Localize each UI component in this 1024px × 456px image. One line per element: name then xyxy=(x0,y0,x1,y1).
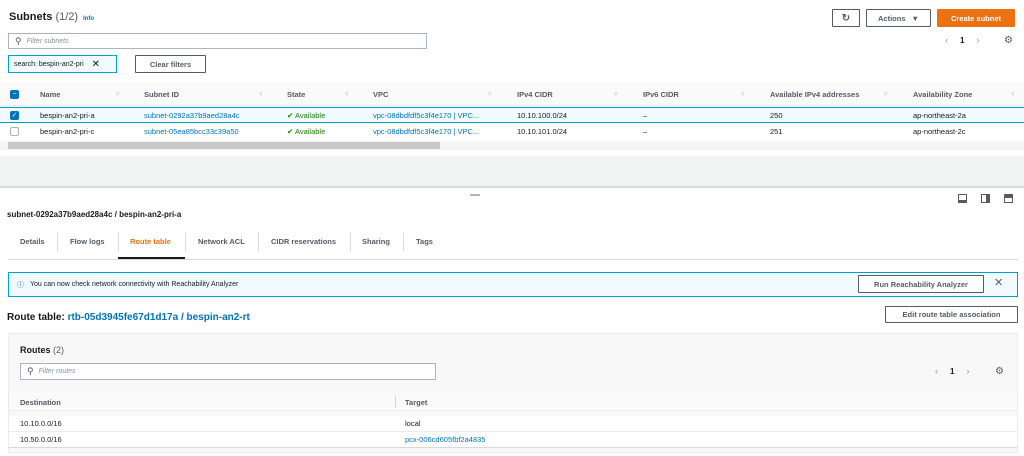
col-vpc[interactable]: VPC xyxy=(373,90,388,99)
next-page-icon[interactable]: › xyxy=(966,366,969,376)
run-reachability-analyzer-button[interactable]: Run Reachability Analyzer xyxy=(858,275,984,293)
col-destination[interactable]: Destination xyxy=(20,398,61,407)
tab-cidr-reservations[interactable]: CIDR reservations xyxy=(271,237,336,246)
next-page-icon[interactable]: › xyxy=(976,35,979,45)
prev-page-icon[interactable]: ‹ xyxy=(935,366,938,376)
sort-icon[interactable]: ▿ xyxy=(1011,90,1015,98)
settings-gear-icon[interactable]: ⚙ xyxy=(995,366,1004,377)
remove-token-icon[interactable]: ✕ xyxy=(92,59,100,70)
col-state[interactable]: State xyxy=(287,90,305,99)
cell-destination: 10.50.0.0/16 xyxy=(20,435,62,444)
col-az[interactable]: Availability Zone xyxy=(913,90,972,99)
col-available-ips[interactable]: Available IPv4 addresses xyxy=(770,90,859,99)
cell-ipv4: 10.10.100.0/24 xyxy=(517,111,568,120)
actions-button[interactable]: Actions ▼ xyxy=(866,9,931,27)
prev-page-icon[interactable]: ‹ xyxy=(945,35,948,45)
sort-icon[interactable]: ▿ xyxy=(116,90,120,98)
clear-filters-button[interactable]: Clear filters xyxy=(135,55,206,73)
filter-token: search: bespin-an2-pri ✕ xyxy=(8,55,117,73)
cell-subnet-id[interactable]: subnet-0292a37b9aed28a4c xyxy=(144,111,240,120)
cell-available-ips: 251 xyxy=(770,127,783,136)
create-subnet-button[interactable]: Create subnet xyxy=(937,9,1015,27)
routes-title: Routes (2) xyxy=(20,345,65,355)
scrollbar-thumb[interactable] xyxy=(8,142,440,149)
sort-icon[interactable]: ▿ xyxy=(345,90,349,98)
col-target[interactable]: Target xyxy=(405,398,427,407)
sort-icon[interactable]: ▿ xyxy=(259,90,263,98)
page-number[interactable]: 1 xyxy=(960,36,964,45)
cell-vpc[interactable]: vpc-08dbdfdf5c3f4e170 | VPC... xyxy=(373,127,479,136)
sort-icon[interactable]: ▿ xyxy=(741,90,745,98)
refresh-button[interactable]: ↻ xyxy=(832,9,860,27)
cell-target-link[interactable]: pcx-006cd605fbf2a4835 xyxy=(405,435,485,444)
panel-side-icon[interactable] xyxy=(981,194,990,203)
route-row: 10.50.0.0/16 pcx-006cd605fbf2a4835 xyxy=(9,432,1017,448)
col-ipv6[interactable]: IPv6 CIDR xyxy=(643,90,679,99)
row-checkbox[interactable]: ✓ xyxy=(10,111,19,120)
tabs-divider xyxy=(8,259,1018,260)
routes-table-header: Destination Target xyxy=(9,392,1017,411)
refresh-icon: ↻ xyxy=(841,12,851,24)
cell-ipv6: – xyxy=(643,127,648,136)
settings-gear-icon[interactable]: ⚙ xyxy=(1004,35,1013,46)
filter-routes-input[interactable]: ⚲ Filter routes xyxy=(20,363,436,380)
cell-state: ✔ Available xyxy=(287,111,326,120)
cell-ipv4: 10.10.101.0/24 xyxy=(517,127,568,136)
col-name[interactable]: Name xyxy=(40,90,60,99)
pagination: ‹ 1 › xyxy=(945,35,979,45)
tab-route-table[interactable]: Route table xyxy=(130,237,171,246)
cell-name: bespin-an2-pri-a xyxy=(40,111,95,120)
cell-az: ap-northeast-2c xyxy=(913,127,966,136)
check-circle-icon: ✔ xyxy=(287,111,294,120)
search-icon: ⚲ xyxy=(27,366,34,376)
route-table-heading: Route table: rtb-05d3945fe67d1d17a / bes… xyxy=(7,312,250,323)
page-number[interactable]: 1 xyxy=(950,367,954,376)
tab-details[interactable]: Details xyxy=(20,237,45,246)
cell-available-ips: 250 xyxy=(770,111,783,120)
sort-icon[interactable]: ▿ xyxy=(884,90,888,98)
cell-destination: 10.10.0.0/16 xyxy=(20,419,62,428)
info-icon: ⓘ xyxy=(17,281,24,289)
col-ipv4[interactable]: IPv4 CIDR xyxy=(517,90,553,99)
filter-subnets-input[interactable]: ⚲ Filter subnets xyxy=(8,33,427,49)
edit-route-table-association-button[interactable]: Edit route table association xyxy=(885,306,1018,323)
cell-vpc[interactable]: vpc-08dbdfdf5c3f4e170 | VPC... xyxy=(373,111,479,120)
tab-network-acl[interactable]: Network ACL xyxy=(198,237,245,246)
detail-title: subnet-0292a37b9aed28a4c / bespin-an2-pr… xyxy=(7,210,182,219)
resize-handle[interactable] xyxy=(470,194,480,196)
panel-bottom-icon[interactable] xyxy=(958,194,967,203)
check-circle-icon: ✔ xyxy=(287,127,294,136)
cell-subnet-id[interactable]: subnet-05ea85bcc33c39a50 xyxy=(144,127,239,136)
caret-down-icon: ▼ xyxy=(911,13,919,23)
cell-name: bespin-an2-pri-c xyxy=(40,127,95,136)
panel-full-icon[interactable] xyxy=(1004,194,1013,203)
col-subnet-id[interactable]: Subnet ID xyxy=(144,90,179,99)
table-row[interactable]: bespin-an2-pri-c subnet-05ea85bcc33c39a5… xyxy=(0,124,1024,140)
sort-icon[interactable]: ▿ xyxy=(488,90,492,98)
search-icon: ⚲ xyxy=(15,35,22,46)
subnets-table-header: − Name ▿ Subnet ID ▿ State ▿ VPC ▿ IPv4 CIDR… xyxy=(0,82,1024,106)
row-checkbox[interactable] xyxy=(10,127,19,136)
info-link[interactable]: Info xyxy=(83,16,94,22)
route-table-link[interactable]: rtb-05d3945fe67d1d17a / bespin-an2-rt xyxy=(68,312,250,323)
tab-flow-logs[interactable]: Flow logs xyxy=(70,237,105,246)
table-row[interactable]: ✓ bespin-an2-pri-a subnet-0292a37b9aed28… xyxy=(0,107,1024,123)
page-title: Subnets (1/2) Info xyxy=(9,11,95,23)
cell-ipv6: – xyxy=(643,111,648,120)
close-alert-icon[interactable]: ✕ xyxy=(994,276,1003,289)
cell-az: ap-northeast-2a xyxy=(913,111,966,120)
cell-state: ✔ Available xyxy=(287,127,326,136)
tab-tags[interactable]: Tags xyxy=(416,237,433,246)
select-all-checkbox[interactable]: − xyxy=(10,90,19,99)
cell-target: local xyxy=(405,419,421,428)
tab-sharing[interactable]: Sharing xyxy=(362,237,390,246)
sort-icon[interactable]: ▿ xyxy=(614,90,618,98)
routes-pagination: ‹ 1 › xyxy=(935,366,969,376)
route-row: 10.10.0.0/16 local xyxy=(9,416,1017,432)
